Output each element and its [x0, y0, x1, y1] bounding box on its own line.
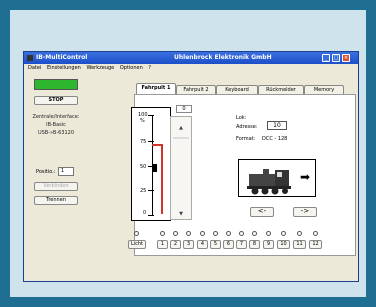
slider-handle[interactable]: [153, 164, 157, 172]
function-button-10[interactable]: 10: [277, 240, 290, 249]
function-button-licht[interactable]: Licht: [128, 240, 146, 249]
tick-100: [148, 115, 154, 116]
function-indicator-2: [173, 231, 178, 236]
function-indicator-7: [239, 231, 244, 236]
tick-25: [148, 190, 154, 191]
scale-label-25: 25: [140, 188, 147, 194]
function-button-12[interactable]: 12: [309, 240, 322, 249]
function-button-6[interactable]: 6: [223, 240, 234, 249]
maximize-icon[interactable]: □: [332, 54, 340, 62]
scroll-up-icon[interactable]: ▲: [171, 125, 191, 131]
tick-0: [148, 215, 154, 216]
function-button-5[interactable]: 5: [210, 240, 221, 249]
direction-arrow-icon: ➡: [300, 170, 311, 184]
function-indicator-9: [266, 231, 271, 236]
function-button-2[interactable]: 2: [170, 240, 181, 249]
function-button-8[interactable]: 8: [249, 240, 260, 249]
app-icon: [27, 55, 33, 61]
function-button-4[interactable]: 4: [197, 240, 208, 249]
scale-label-50: 50: [140, 164, 147, 170]
function-indicator-3: [186, 231, 191, 236]
format-value: DCC - 128: [262, 136, 288, 142]
tab-fahrpult-1[interactable]: Fahrpult 1: [136, 83, 176, 94]
function-button-7[interactable]: 7: [236, 240, 247, 249]
function-indicator-12: [313, 231, 318, 236]
tick-75: [148, 141, 154, 142]
reverse-button[interactable]: <-: [250, 207, 274, 217]
function-indicator-1: [160, 231, 165, 236]
locomotive-image: ➡: [238, 159, 316, 197]
function-button-9[interactable]: 9: [263, 240, 274, 249]
lok-heading: Lok:: [236, 115, 247, 121]
function-button-3[interactable]: 3: [183, 240, 194, 249]
scroll-thumb[interactable]: [173, 137, 189, 139]
close-icon[interactable]: ×: [342, 54, 350, 62]
menu-help[interactable]: ?: [148, 65, 151, 71]
disconnect-button[interactable]: Trennen: [34, 196, 78, 205]
scale-label-75: 75: [140, 139, 147, 145]
window-title: IB-MultiControl: [36, 54, 88, 61]
speed-value: 0: [176, 105, 192, 113]
menu-einstellungen[interactable]: Einstellungen: [47, 65, 81, 71]
tab-rueckmelder[interactable]: Rückmelder: [258, 85, 304, 94]
format-label: Format:: [236, 136, 256, 142]
function-indicator-8: [252, 231, 257, 236]
function-button-1[interactable]: 1: [157, 240, 168, 249]
interface-label: Zentrale/Interface:: [32, 114, 80, 120]
speed-scrollbar[interactable]: ▲ ▼: [170, 116, 192, 220]
connect-button: Verbinden: [34, 182, 78, 191]
function-indicator-4: [200, 231, 205, 236]
company-title: Uhlenbrock Elektronik GmbH: [174, 54, 272, 61]
scale-label-percent: %: [140, 118, 145, 124]
position-label: Positio.:: [36, 169, 56, 175]
menu-optionen[interactable]: Optionen: [120, 65, 143, 71]
menu-werkzeuge[interactable]: Werkzeuge: [86, 65, 114, 71]
scale-label-0: 0: [143, 210, 147, 216]
tab-fahrpult-2[interactable]: Fahrpult 2: [176, 85, 216, 94]
menu-datei[interactable]: Datei: [28, 65, 41, 71]
function-indicator-11: [297, 231, 302, 236]
function-button-11[interactable]: 11: [293, 240, 306, 249]
position-field[interactable]: 1: [58, 167, 74, 176]
speed-slider[interactable]: 100 % 75 50 25 0: [131, 107, 171, 221]
interface-name: IB-Basic: [46, 122, 66, 128]
minimize-icon[interactable]: _: [322, 54, 330, 62]
function-indicator-5: [213, 231, 218, 236]
title-bar: IB-MultiControl Uhlenbrock Elektronik Gm…: [24, 52, 358, 64]
menu-bar: Datei Einstellungen Werkzeuge Optionen ?: [24, 64, 358, 73]
function-indicator-licht: [134, 231, 139, 236]
status-indicator: [34, 79, 78, 90]
speed-marker-vertical: [161, 144, 163, 214]
forward-button[interactable]: ->: [293, 207, 317, 217]
tab-keyboard[interactable]: Keyboard: [216, 85, 258, 94]
function-indicator-6: [226, 231, 231, 236]
address-field[interactable]: 10: [267, 121, 287, 130]
scroll-down-icon[interactable]: ▼: [171, 211, 191, 217]
tab-memory[interactable]: Memory: [304, 85, 344, 94]
function-indicator-10: [281, 231, 286, 236]
address-label: Adresse:: [236, 124, 258, 130]
interface-port: USB-»B-63120: [37, 130, 75, 136]
stop-button[interactable]: STOP: [34, 96, 78, 105]
